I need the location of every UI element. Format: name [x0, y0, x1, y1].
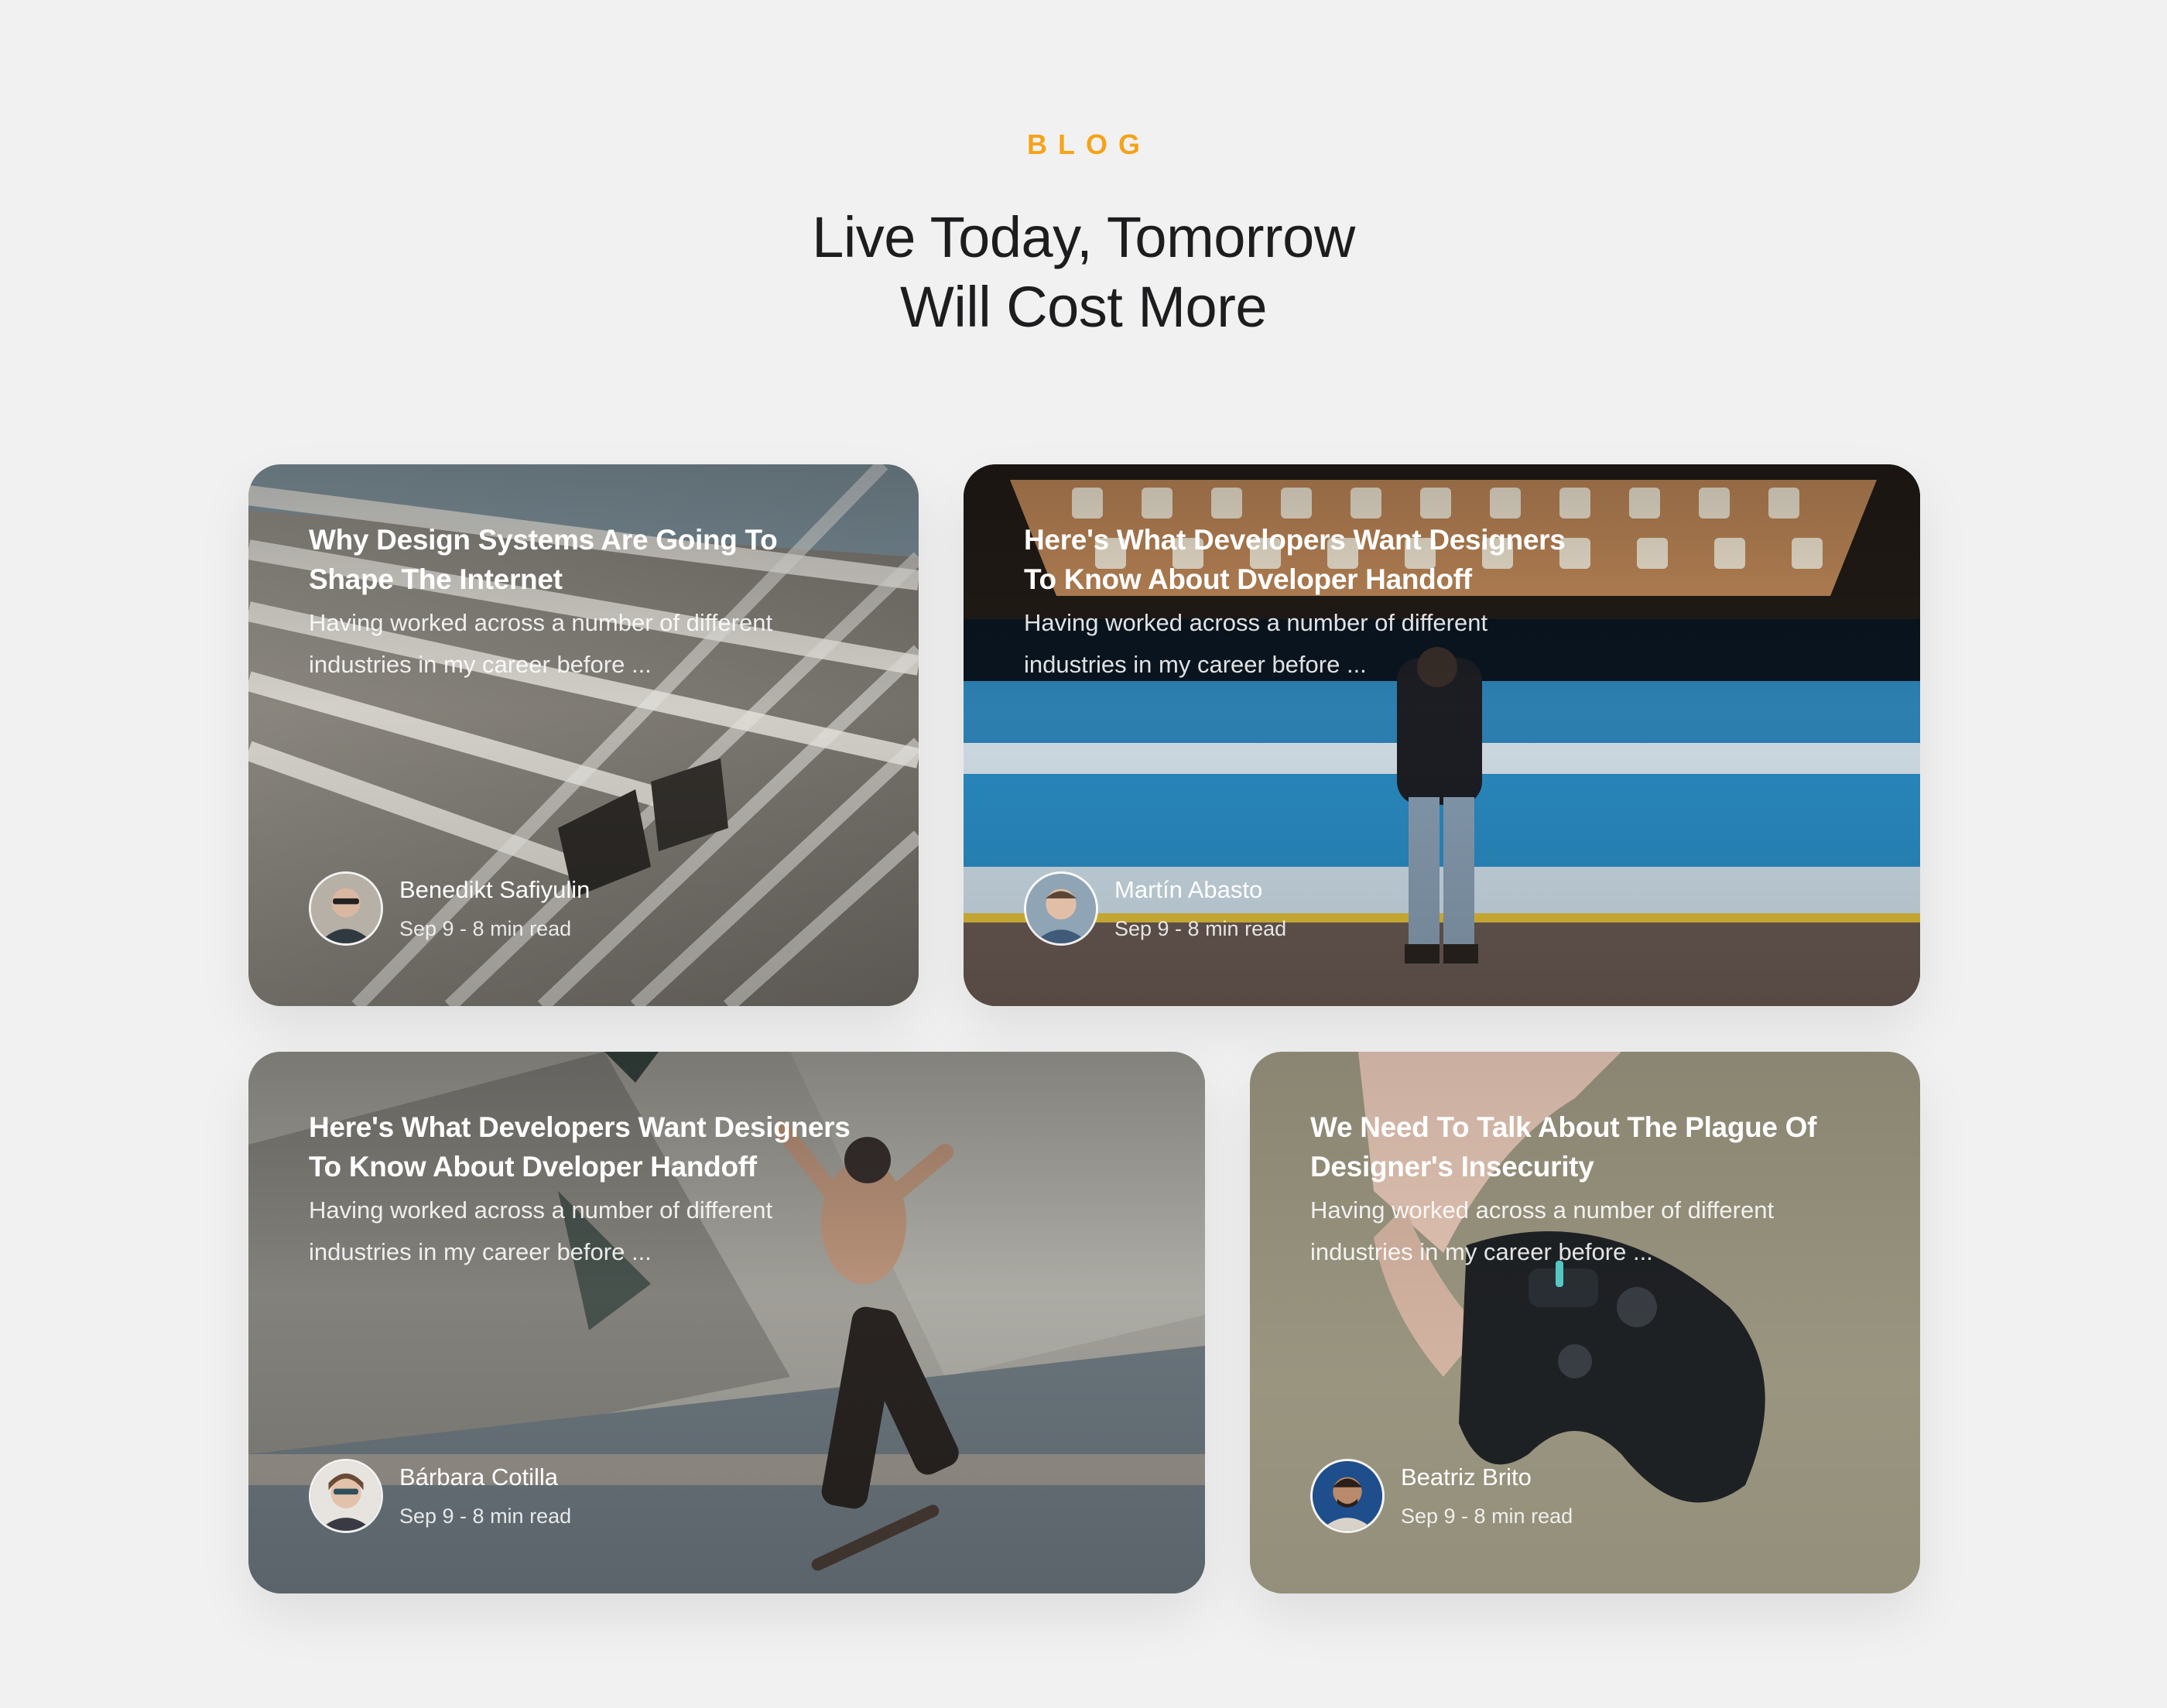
post-author: Beatriz Brito Sep 9 - 8 min read [1310, 1459, 1573, 1533]
blog-card[interactable]: Here's What Developers Want Designers To… [248, 1052, 1205, 1593]
page-title-line-2: Will Cost More [899, 275, 1268, 339]
post-date-readtime: Sep 9 - 8 min read [399, 1504, 572, 1528]
post-excerpt: Having worked across a number of differe… [309, 1196, 773, 1265]
post-author: Martín Abasto Sep 9 - 8 min read [1024, 871, 1286, 946]
page-title: Live Today, Tomorrow Will Cost More [0, 203, 2167, 342]
post-excerpt: Having worked across a number of differe… [1024, 609, 1488, 678]
blog-eyebrow: BLOG [1027, 128, 1151, 160]
avatar [1024, 871, 1098, 946]
author-name[interactable]: Martín Abasto [1114, 873, 1286, 907]
post-author: Bárbara Cotilla Sep 9 - 8 min read [309, 1459, 571, 1533]
blog-card[interactable]: We Need To Talk About The Plague Of Desi… [1250, 1052, 1920, 1593]
post-excerpt: Having worked across a number of differe… [309, 609, 773, 678]
post-date-readtime: Sep 9 - 8 min read [1114, 917, 1287, 940]
avatar [309, 1459, 383, 1533]
post-title[interactable]: We Need To Talk About The Plague Of Desi… [1310, 1107, 1852, 1186]
post-title[interactable]: Here's What Developers Want Designers To… [1024, 520, 1566, 599]
page-title-line-1: Live Today, Tomorrow [812, 205, 1355, 269]
post-date-readtime: Sep 9 - 8 min read [1401, 1504, 1573, 1528]
post-title[interactable]: Why Design Systems Are Going To Shape Th… [309, 520, 851, 599]
author-name[interactable]: Benedikt Safiyulin [399, 873, 590, 907]
post-excerpt: Having worked across a number of differe… [1310, 1196, 1775, 1265]
avatar [1310, 1459, 1385, 1533]
post-author: Benedikt Safiyulin Sep 9 - 8 min read [309, 871, 590, 946]
post-date-readtime: Sep 9 - 8 min read [399, 917, 572, 940]
author-name[interactable]: Bárbara Cotilla [399, 1460, 571, 1494]
post-title[interactable]: Here's What Developers Want Designers To… [309, 1107, 851, 1186]
avatar [309, 871, 383, 946]
blog-card[interactable]: Why Design Systems Are Going To Shape Th… [248, 464, 919, 1006]
author-name[interactable]: Beatriz Brito [1401, 1460, 1573, 1494]
blog-card[interactable]: Here's What Developers Want Designers To… [964, 464, 1920, 1006]
